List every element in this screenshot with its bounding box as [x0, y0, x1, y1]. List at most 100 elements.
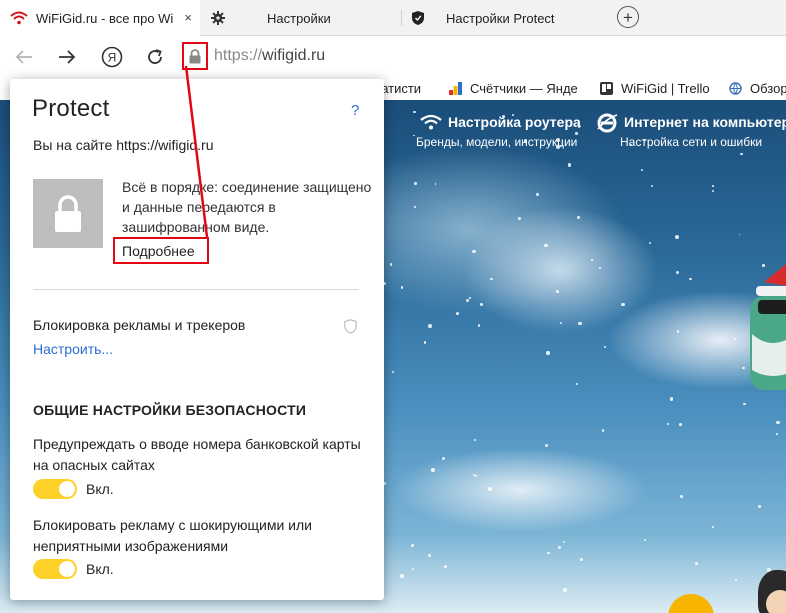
- snowflake: [733, 337, 736, 340]
- snowflake: [562, 540, 566, 544]
- toggle-state-label: Вкл.: [86, 561, 114, 577]
- site-security-button[interactable]: [182, 42, 208, 70]
- tab-settings[interactable]: Настройки: [205, 0, 400, 36]
- snowflake: [650, 185, 653, 188]
- snowflake: [477, 323, 481, 327]
- snowflake: [490, 278, 493, 281]
- snowflake: [740, 152, 743, 156]
- snowflake: [474, 475, 477, 478]
- snowflake: [689, 277, 692, 280]
- snowflake: [734, 578, 738, 582]
- snowflake: [428, 324, 433, 329]
- snowflake: [666, 422, 669, 425]
- snowflake: [544, 243, 548, 248]
- snowflake: [423, 341, 427, 344]
- toolbar: Я https://wifigid.ru: [0, 36, 786, 78]
- snowflake: [413, 134, 416, 137]
- snowflake: [563, 588, 568, 593]
- svg-text:Я: Я: [108, 51, 117, 65]
- snowflake: [621, 302, 625, 307]
- snowflake: [578, 321, 582, 326]
- gear-icon: [211, 11, 225, 25]
- snowflake: [546, 351, 550, 355]
- site-nav-title: Настройка роутера: [448, 114, 581, 130]
- details-link[interactable]: Подробнее: [113, 237, 209, 264]
- toggle-knob: [59, 561, 75, 577]
- snowflake: [430, 467, 435, 472]
- tab-wifigid[interactable]: WiFiGid.ru - все про Wi ×: [0, 0, 200, 36]
- wifi-icon: [420, 114, 442, 130]
- bookmark-overview[interactable]: Обзор: [729, 81, 786, 96]
- address-bar[interactable]: https://wifigid.ru: [214, 47, 325, 65]
- snowflake: [518, 217, 522, 221]
- snowflake: [579, 557, 583, 561]
- sun-illustration: [668, 594, 714, 613]
- reload-button[interactable]: [142, 44, 168, 70]
- close-icon[interactable]: ×: [184, 10, 192, 25]
- bookmark-label: WiFiGid | Trello: [621, 81, 710, 96]
- snowflake: [544, 443, 548, 447]
- site-nav-title: Интернет на компьютере: [624, 114, 786, 130]
- snowflake: [648, 241, 651, 244]
- character-face: [766, 590, 786, 613]
- snowflake: [455, 311, 459, 315]
- bookmark-label: Счётчики — Янде: [470, 81, 578, 96]
- site-nav-subtitle: Бренды, модели, инструкции: [416, 135, 578, 149]
- snowflake: [669, 397, 674, 401]
- ie-icon: [597, 113, 618, 133]
- yandex-button[interactable]: Я: [99, 44, 125, 70]
- section-heading: ОБЩИЕ НАСТРОЙКИ БЕЗОПАСНОСТИ: [33, 402, 307, 418]
- snowflake: [469, 296, 471, 299]
- lock-icon: [189, 48, 201, 63]
- metrica-icon: [449, 82, 462, 95]
- globe-icon: [729, 82, 742, 95]
- snowflake: [389, 263, 393, 266]
- shocking-ads-label: Блокировать рекламу с шокирующими или не…: [33, 517, 312, 554]
- help-button[interactable]: ?: [351, 102, 359, 119]
- snowflake: [488, 487, 492, 491]
- snowflake: [474, 439, 476, 442]
- bank-card-warning-toggle[interactable]: [33, 479, 77, 499]
- snowflake: [391, 371, 394, 374]
- snowflake: [641, 168, 644, 171]
- new-tab-button[interactable]: +: [617, 6, 639, 28]
- snowflake: [400, 574, 404, 579]
- snowflake: [738, 233, 741, 236]
- toggle-state-label: Вкл.: [86, 481, 114, 497]
- bank-card-warning-label: Предупреждать о вводе номера банковской …: [33, 436, 361, 473]
- tab-label: Настройки Protect: [446, 10, 555, 26]
- snowflake: [775, 420, 780, 425]
- snowflake: [546, 551, 550, 555]
- tab-protect-settings[interactable]: Настройки Protect: [406, 0, 606, 36]
- bookmark-label: Обзор: [750, 81, 786, 96]
- snowflake: [567, 163, 572, 167]
- url-host: wifigid.ru: [262, 47, 326, 64]
- snowflake: [591, 259, 593, 261]
- snowflake: [557, 545, 561, 549]
- back-button[interactable]: [11, 44, 37, 70]
- lock-icon: [55, 194, 81, 232]
- snowflake: [678, 423, 682, 427]
- snowflake: [676, 330, 680, 334]
- popup-title: Protect: [32, 95, 110, 122]
- snowflake: [712, 190, 715, 193]
- forward-button[interactable]: [54, 44, 80, 70]
- snowflake: [776, 432, 779, 435]
- snowflake: [675, 270, 680, 275]
- snowflake: [674, 234, 679, 239]
- configure-link[interactable]: Настроить...: [33, 341, 113, 357]
- connection-lock-icon: [33, 179, 103, 248]
- trello-icon: [600, 82, 613, 95]
- snowflake: [560, 321, 563, 324]
- wifi-icon: [10, 11, 28, 25]
- mascot-illustration: [750, 264, 786, 390]
- protect-popup: Protect ? Вы на сайте https://wifigid.ru…: [10, 79, 384, 600]
- bookmark-metrica[interactable]: Счётчики — Янде: [449, 81, 578, 96]
- current-site-text: Вы на сайте https://wifigid.ru: [33, 137, 214, 153]
- shocking-ads-toggle[interactable]: [33, 559, 77, 579]
- tab-separator: [401, 10, 402, 26]
- tab-strip: WiFiGid.ru - все про Wi × Настройки Наст…: [0, 0, 786, 36]
- snowflake: [601, 429, 605, 432]
- bookmark-trello[interactable]: WiFiGid | Trello: [600, 81, 710, 96]
- divider: [33, 289, 359, 290]
